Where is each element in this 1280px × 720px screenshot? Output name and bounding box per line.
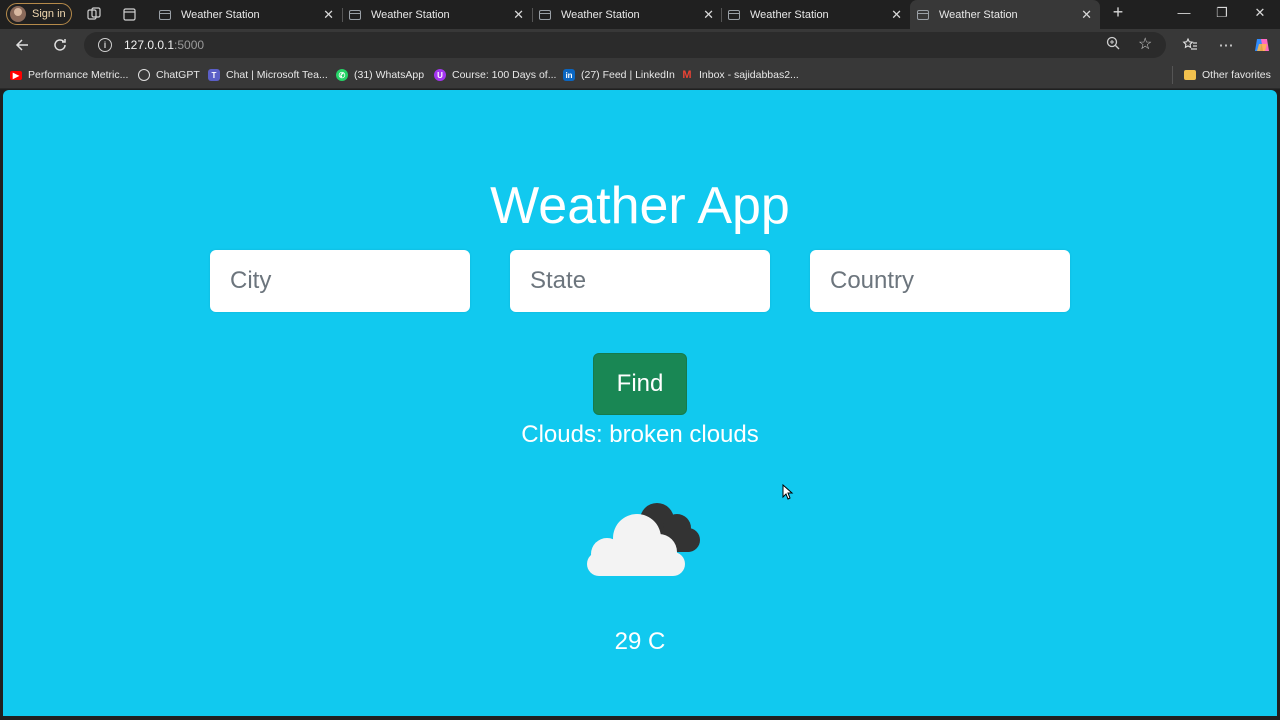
- bookmarks-divider: [1172, 66, 1173, 84]
- chatgpt-icon: [138, 69, 150, 81]
- linkedin-icon: in: [563, 69, 575, 81]
- tab-strip: Sign in Weather Station ✕ Weather Statio…: [0, 0, 1280, 29]
- zoom-icon[interactable]: [1106, 36, 1120, 53]
- bookmark-label: Inbox - sajidabbas2...: [699, 69, 799, 81]
- tab-favicon-icon: [917, 9, 929, 20]
- tab-favicon-icon: [539, 9, 551, 20]
- restore-icon[interactable]: ❐: [1212, 5, 1232, 21]
- url-text: 127.0.0.1:5000: [124, 38, 205, 52]
- browser-tab[interactable]: Weather Station ✕: [532, 0, 722, 29]
- bookmark-item[interactable]: ▶ Performance Metric...: [10, 68, 128, 82]
- other-favorites[interactable]: Other favorites: [1184, 68, 1271, 82]
- sign-in-label: Sign in: [32, 8, 66, 20]
- bookmark-item[interactable]: U Course: 100 Days of...: [434, 68, 556, 82]
- weather-description: Clouds: broken clouds: [521, 421, 759, 448]
- navigation-bar: i 127.0.0.1:5000 ☆ ⋯: [0, 29, 1280, 61]
- country-input[interactable]: [810, 250, 1070, 312]
- tab-title: Weather Station: [371, 8, 450, 21]
- workspaces-icon[interactable]: [85, 5, 103, 23]
- tab-actions-icon[interactable]: [120, 5, 138, 23]
- close-tab-icon[interactable]: ✕: [1081, 7, 1092, 23]
- more-options-icon[interactable]: ⋯: [1216, 35, 1236, 55]
- favorite-star-icon[interactable]: ☆: [1138, 34, 1152, 54]
- bookmark-item[interactable]: ✆ (31) WhatsApp: [336, 68, 424, 82]
- minimize-icon[interactable]: —: [1174, 5, 1194, 20]
- tab-title: Weather Station: [750, 8, 829, 21]
- mouse-cursor-icon: [782, 484, 794, 500]
- bookmark-label: ChatGPT: [156, 69, 200, 81]
- bookmark-label: Chat | Microsoft Tea...: [226, 69, 328, 81]
- browser-tab[interactable]: Weather Station ✕: [342, 0, 532, 29]
- bookmark-label: Course: 100 Days of...: [452, 69, 557, 81]
- bookmark-label: (27) Feed | LinkedIn: [581, 69, 675, 81]
- youtube-icon: ▶: [10, 70, 22, 80]
- favorites-icon[interactable]: [1180, 35, 1200, 55]
- teams-icon: T: [208, 69, 220, 81]
- browser-tab-active[interactable]: Weather Station ✕: [910, 0, 1100, 29]
- site-info-icon[interactable]: i: [98, 38, 112, 52]
- temperature: 29 C: [614, 628, 666, 655]
- back-icon[interactable]: [12, 35, 32, 55]
- browser-tab[interactable]: Weather Station ✕: [152, 0, 342, 29]
- tab-favicon-icon: [349, 9, 361, 20]
- close-tab-icon[interactable]: ✕: [513, 7, 524, 23]
- city-input[interactable]: [210, 250, 470, 312]
- folder-icon: [1184, 70, 1196, 80]
- page-title: Weather App: [490, 177, 790, 235]
- address-bar[interactable]: i 127.0.0.1:5000 ☆: [84, 32, 1166, 58]
- browser-tab[interactable]: Weather Station ✕: [721, 0, 910, 29]
- whatsapp-icon: ✆: [336, 69, 348, 81]
- bookmark-label: (31) WhatsApp: [354, 69, 425, 81]
- gmail-icon: M: [682, 69, 692, 81]
- tab-favicon-icon: [159, 9, 171, 20]
- bookmark-item[interactable]: M Inbox - sajidabbas2...: [681, 68, 799, 82]
- copilot-icon[interactable]: [1252, 35, 1272, 55]
- bookmark-item[interactable]: T Chat | Microsoft Tea...: [208, 68, 328, 82]
- tab-title: Weather Station: [181, 8, 260, 21]
- course-icon: U: [434, 69, 446, 81]
- new-tab-icon[interactable]: +: [1108, 2, 1128, 23]
- close-tab-icon[interactable]: ✕: [891, 7, 902, 23]
- bookmark-item[interactable]: ChatGPT: [138, 68, 200, 82]
- close-tab-icon[interactable]: ✕: [703, 7, 714, 23]
- bookmark-item[interactable]: in (27) Feed | LinkedIn: [563, 68, 675, 82]
- bookmarks-bar: ▶ Performance Metric... ChatGPT T Chat |…: [0, 61, 1280, 89]
- broken-clouds-icon: [579, 498, 703, 582]
- tab-title: Weather Station: [561, 8, 640, 21]
- find-button[interactable]: Find: [593, 353, 687, 415]
- state-input[interactable]: [510, 250, 770, 312]
- bookmark-label: Other favorites: [1202, 69, 1271, 81]
- avatar: [10, 6, 26, 22]
- close-window-icon[interactable]: ✕: [1250, 5, 1270, 21]
- tab-favicon-icon: [728, 9, 740, 20]
- sign-in-button[interactable]: Sign in: [6, 3, 72, 25]
- bookmark-label: Performance Metric...: [28, 69, 129, 81]
- refresh-icon[interactable]: [50, 35, 70, 55]
- close-tab-icon[interactable]: ✕: [323, 7, 334, 23]
- weather-app-page: Weather App Find Clouds: broken clouds 2…: [3, 90, 1277, 716]
- tab-title: Weather Station: [939, 8, 1018, 21]
